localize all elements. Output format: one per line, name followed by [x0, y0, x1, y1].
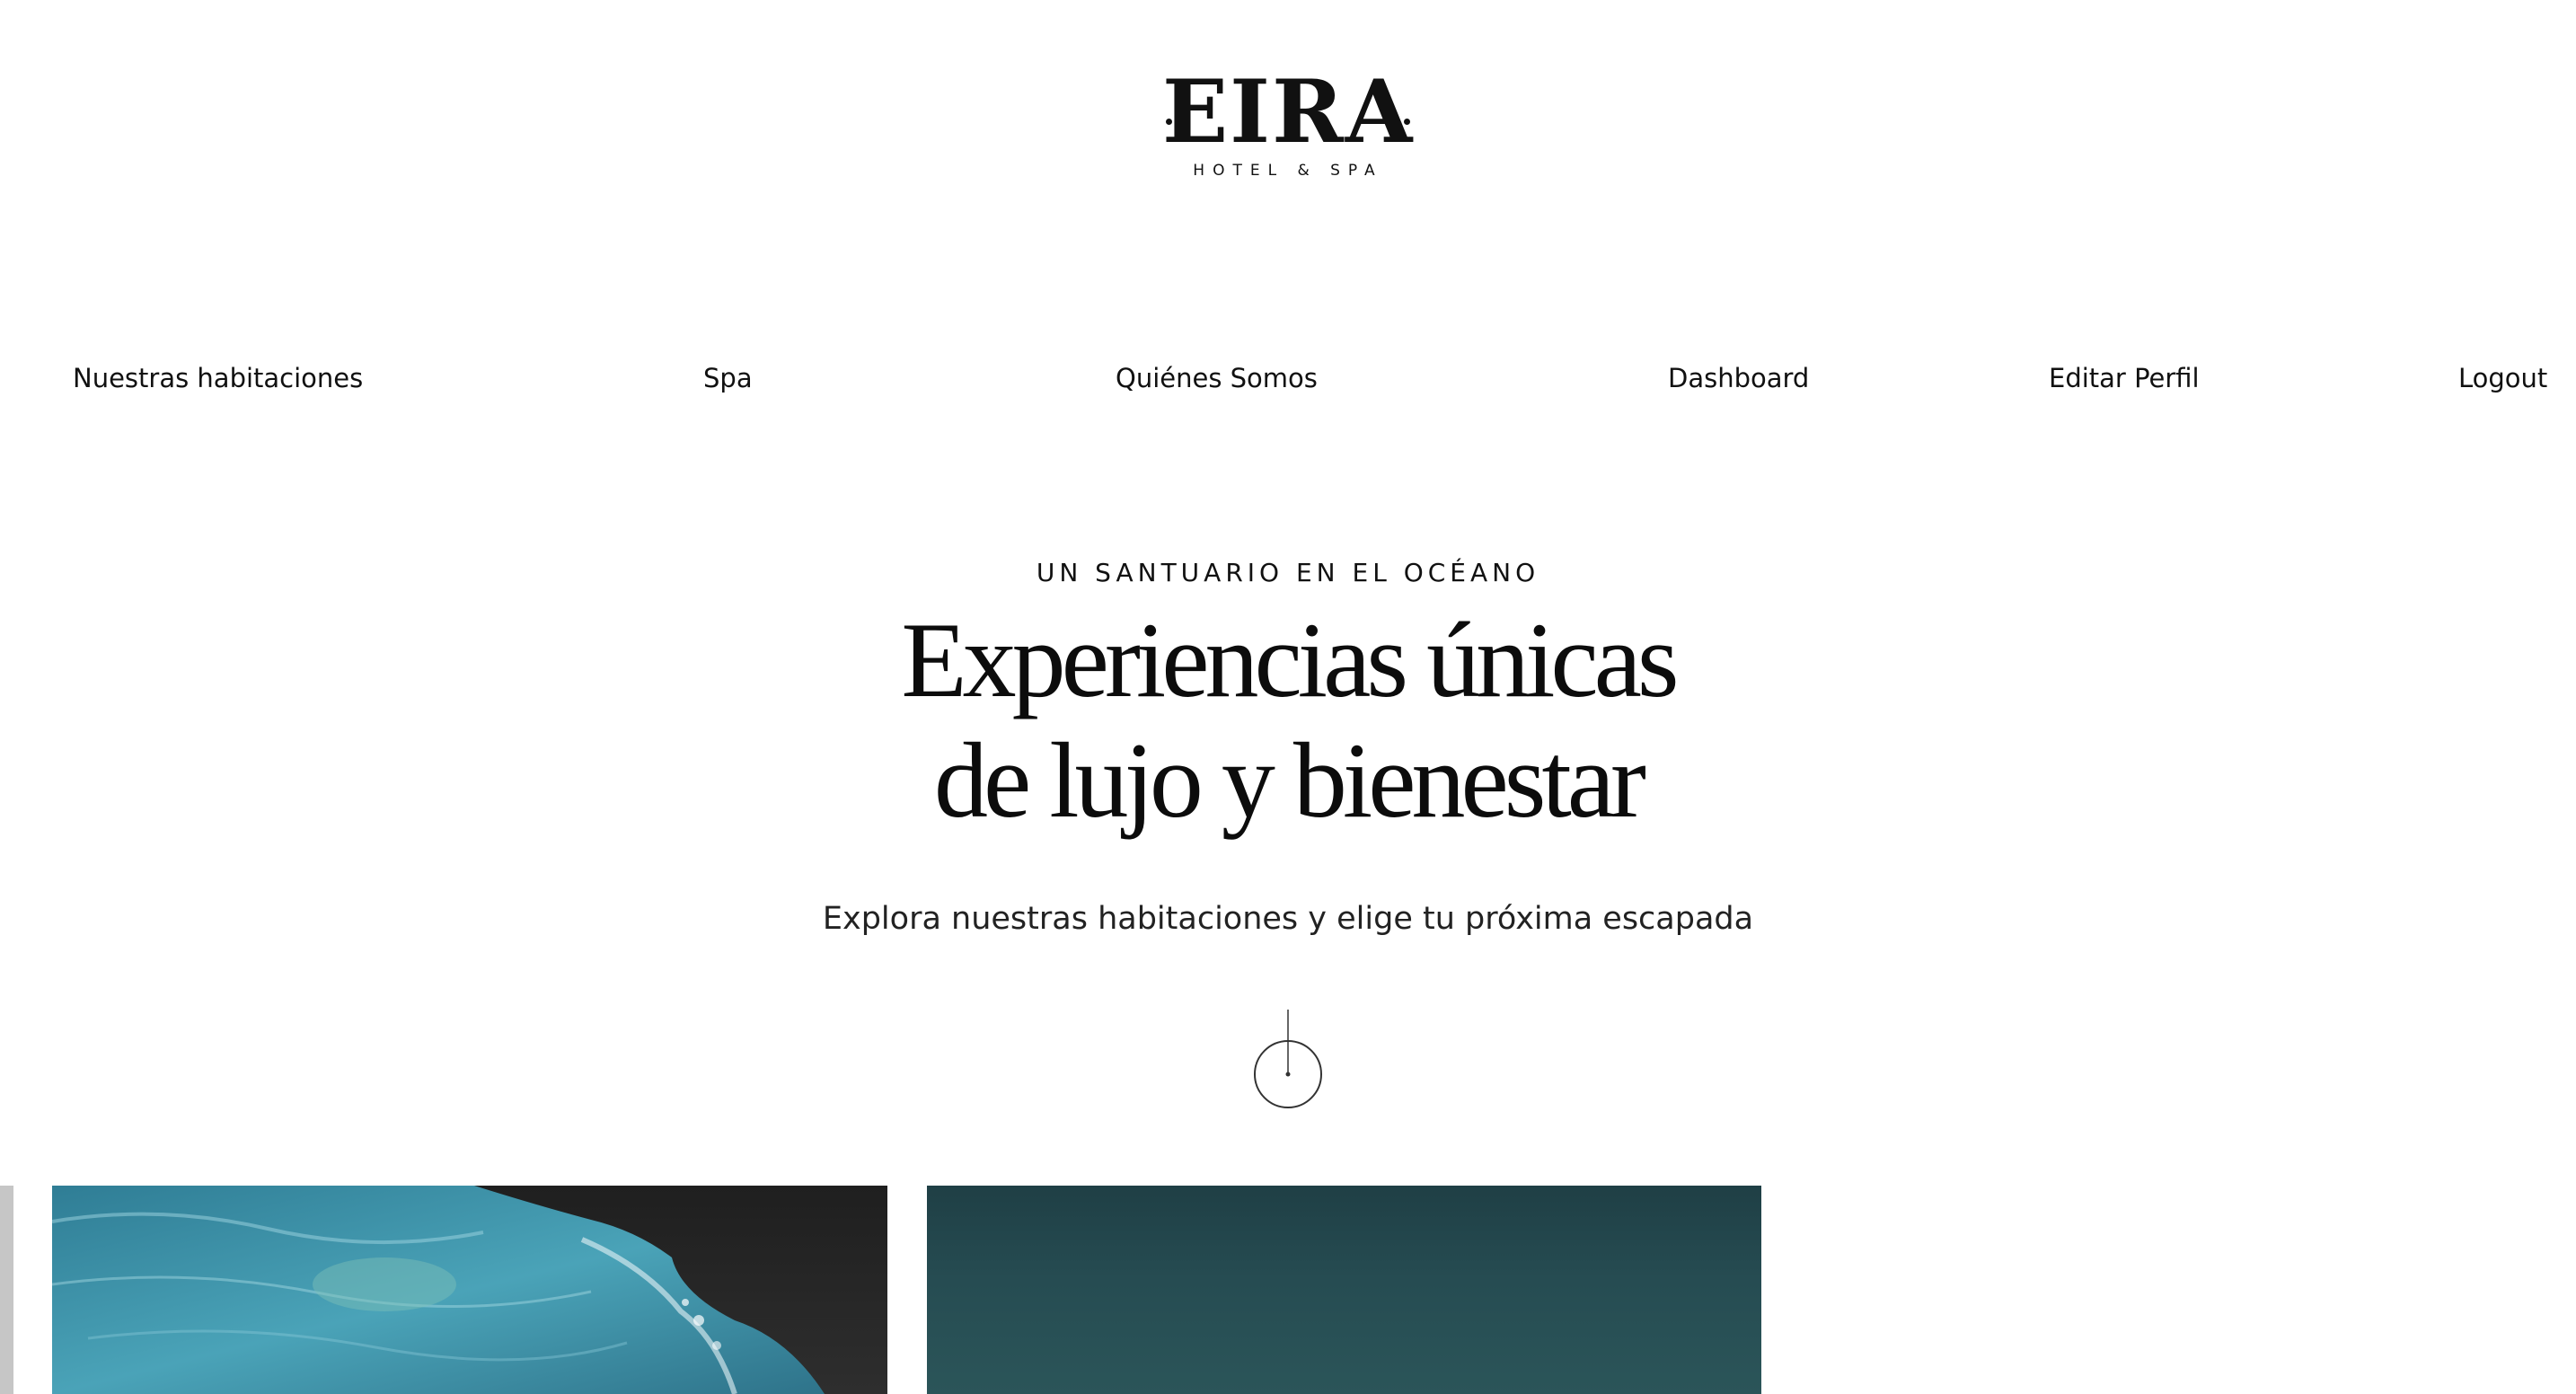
logo-subtitle: HOTEL & SPA [1193, 162, 1383, 180]
brand-logo[interactable]: EIRA HOTEL & SPA [1162, 69, 1414, 183]
nav-link-logout[interactable]: Logout [2458, 363, 2547, 393]
logo-dot-left [1166, 119, 1172, 125]
nav-link-habitaciones[interactable]: Nuestras habitaciones [73, 363, 363, 393]
logo-wordmark: EIRA [1162, 69, 1414, 155]
scroll-down-icon[interactable] [1252, 1010, 1324, 1110]
hero-title-line-2: de lujo y bienestar [933, 720, 1646, 840]
nav-link-quienes-somos[interactable]: Quiénes Somos [1116, 363, 1318, 393]
room-card-ocean-image[interactable] [52, 1186, 887, 1394]
hero-title-line-1: Experiencias únicas [901, 600, 1679, 719]
hero-subtitle: Explora nuestras habitaciones y elige tu… [822, 901, 1754, 937]
nav-link-spa[interactable]: Spa [703, 363, 753, 393]
page: EIRA HOTEL & SPA Nuestras habitaciones S… [0, 0, 2576, 1394]
hero-eyebrow: UN SANTUARIO EN EL OCÉANO [1036, 558, 1540, 587]
logo-text: EIRA [1162, 61, 1415, 163]
nav-link-editar-perfil[interactable]: Editar Perfil [2049, 363, 2200, 393]
room-card-partial-image[interactable] [0, 1186, 13, 1394]
logo-dot-right [1404, 119, 1410, 125]
nav-link-dashboard[interactable]: Dashboard [1668, 363, 1809, 393]
room-card-teal-image[interactable] [927, 1186, 1761, 1394]
